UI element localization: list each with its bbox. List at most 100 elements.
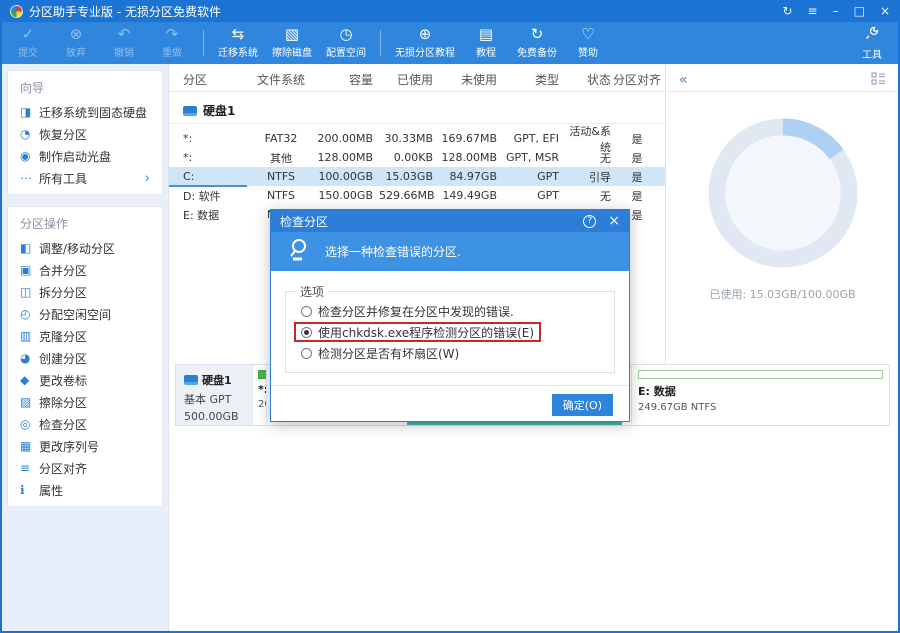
partition-row-efi[interactable]: *: FAT32 200.00MB 30.33MB 169.67MB GPT, …: [169, 129, 665, 148]
disk-size: 500.00GB: [184, 410, 246, 423]
toolbar-group-help: ⊕ 无损分区教程 ▤ 教程 ↻ 免费备份 ♡ 赞助: [388, 22, 612, 64]
sidebar-item-icon: ▦: [20, 439, 39, 453]
wrench-icon: [864, 25, 880, 45]
sidebar-item-icon: ≡: [20, 461, 39, 475]
sidebar-item-icon: ▥: [20, 329, 39, 343]
radio-button[interactable]: [301, 306, 312, 317]
menu-icon[interactable]: ≡: [808, 4, 818, 18]
disk-group-row[interactable]: 硬盘1: [169, 98, 665, 124]
toolbar-icon: ◷: [339, 26, 352, 43]
toolbar-icon: ✓: [22, 26, 35, 43]
wipe-disk-button[interactable]: ▧ 擦除磁盘: [265, 22, 319, 64]
configure-space-button[interactable]: ◷ 配置空间: [319, 22, 373, 64]
sidebar-item-all-tools[interactable]: ⋯ 所有工具 ›: [8, 167, 162, 189]
sidebar-item-allocate-free-space[interactable]: ◴ 分配空闲空间: [8, 303, 162, 325]
toolbar-icon: ⊗: [70, 26, 83, 43]
disk-info-block[interactable]: 硬盘1 基本 GPT 500.00GB: [176, 365, 252, 425]
migrate-system-button[interactable]: ⇆ 迁移系统: [211, 22, 265, 64]
option-check-and-fix[interactable]: 检查分区并修复在分区中发现的错误.: [294, 301, 521, 321]
toolbar-icon: ↶: [118, 26, 131, 43]
partition-usage-bar: [638, 370, 883, 379]
column-header-unused[interactable]: 未使用: [437, 71, 503, 88]
collapse-panel-button[interactable]: «: [679, 72, 688, 88]
partition-row-d[interactable]: D: 软件 NTFS 150.00GB 529.66MB 149.49GB GP…: [169, 186, 665, 205]
dialog-body: 选项 检查分区并修复在分区中发现的错误. 使用chkdsk.exe程序检测分区的…: [271, 271, 629, 373]
sidebar-item-icon: ◔: [20, 127, 39, 141]
sidebar-item-icon: ◴: [20, 307, 39, 321]
sidebar-item-icon: ◧: [20, 241, 39, 255]
column-header-used[interactable]: 已使用: [379, 71, 437, 88]
column-header-type[interactable]: 类型: [503, 71, 561, 88]
minimize-button[interactable]: –: [833, 4, 839, 18]
app-logo-icon: [10, 5, 23, 18]
window-title: 分区助手专业版 - 无损分区免费软件: [29, 3, 221, 20]
radio-label: 检查分区并修复在分区中发现的错误.: [318, 303, 514, 320]
sidebar-item-change-serial-number[interactable]: ▦ 更改序列号: [8, 435, 162, 457]
tutorial-button[interactable]: ▤ 教程: [462, 22, 510, 64]
sidebar-item-partition-alignment[interactable]: ≡ 分区对齐: [8, 457, 162, 479]
chevron-right-icon: ›: [145, 171, 150, 186]
dialog-close-button[interactable]: ×: [608, 213, 620, 229]
sidebar-item-make-bootable-media[interactable]: ◉ 制作启动光盘: [8, 145, 162, 167]
toolbar-icon: ▤: [479, 26, 493, 43]
dialog-footer: 确定(O): [271, 385, 629, 421]
sidebar-section-wizard: 向导 ◨ 迁移系统到固态硬盘 ◔ 恢复分区: [7, 70, 163, 195]
help-icon[interactable]: ?: [583, 215, 596, 228]
sidebar: 向导 ◨ 迁移系统到固态硬盘 ◔ 恢复分区: [2, 64, 168, 631]
column-header-filesystem[interactable]: 文件系统: [249, 71, 313, 88]
lossless-partition-tutorial-button[interactable]: ⊕ 无损分区教程: [388, 22, 462, 64]
sidebar-item-clone-partition[interactable]: ▥ 克隆分区: [8, 325, 162, 347]
sidebar-item-check-partition[interactable]: ◎ 检查分区: [8, 413, 162, 435]
sidebar-item-icon: ▣: [20, 263, 39, 277]
check-partition-dialog: 检查分区 ? × 选择一种检查错误的分区. 选项: [270, 209, 630, 422]
discard-button[interactable]: ⊗ 放弃: [52, 22, 100, 64]
partition-block-efi[interactable]: *: 200.00MB: [252, 365, 266, 425]
sync-icon[interactable]: ↻: [782, 4, 792, 18]
sidebar-item-change-label[interactable]: ◆ 更改卷标: [8, 369, 162, 391]
maximize-button[interactable]: □: [854, 4, 865, 18]
sidebar-item-icon: ◫: [20, 285, 39, 299]
magnifier-icon: [287, 238, 313, 265]
sidebar-item-migrate-os-to-ssd[interactable]: ◨ 迁移系统到固态硬盘: [8, 101, 162, 123]
ok-button[interactable]: 确定(O): [552, 394, 613, 416]
sponsor-button[interactable]: ♡ 赞助: [564, 22, 612, 64]
radio-label: 使用chkdsk.exe程序检测分区的错误(E): [318, 324, 534, 341]
column-header-status[interactable]: 状态: [561, 71, 613, 88]
toolbar-group-pending: ✓ 提交 ⊗ 放弃 ↶ 撤销 ↷ 重做: [4, 22, 196, 64]
toolbar: ✓ 提交 ⊗ 放弃 ↶ 撤销 ↷ 重做: [2, 22, 898, 64]
toolbar-separator: [203, 30, 204, 56]
column-header-partition[interactable]: 分区: [169, 71, 249, 88]
column-header-alignment[interactable]: 分区对齐: [613, 71, 661, 88]
disk-type: 基本 GPT: [184, 391, 246, 407]
sidebar-item-wipe-partition[interactable]: ▨ 擦除分区: [8, 391, 162, 413]
usage-caption: 已使用: 15.03GB/100.00GB: [667, 286, 898, 302]
sidebar-item-recover-partition[interactable]: ◔ 恢复分区: [8, 123, 162, 145]
redo-button[interactable]: ↷ 重做: [148, 22, 196, 64]
option-bad-sectors[interactable]: 检测分区是否有坏扇区(W): [294, 343, 466, 363]
sidebar-item-merge-partitions[interactable]: ▣ 合并分区: [8, 259, 162, 281]
commit-button[interactable]: ✓ 提交: [4, 22, 52, 64]
sidebar-item-icon: ◕: [20, 351, 39, 365]
layout-grid-icon[interactable]: [871, 70, 886, 89]
tools-button[interactable]: 工具: [848, 22, 896, 64]
sidebar-item-resize-move-partition[interactable]: ◧ 调整/移动分区: [8, 237, 162, 259]
sidebar-item-properties[interactable]: ℹ 属性: [8, 479, 162, 501]
partition-block-e[interactable]: E: 数据 249.67GB NTFS: [631, 365, 889, 425]
hard-disk-icon: [183, 106, 197, 116]
radio-button[interactable]: [301, 348, 312, 359]
dialog-titlebar: 检查分区 ? ×: [271, 210, 629, 232]
close-button[interactable]: ×: [880, 4, 890, 18]
dialog-header: 选择一种检查错误的分区.: [271, 232, 629, 271]
radio-button[interactable]: [301, 327, 312, 338]
column-header-capacity[interactable]: 容量: [313, 71, 379, 88]
free-backup-button[interactable]: ↻ 免费备份: [510, 22, 564, 64]
undo-button[interactable]: ↶ 撤销: [100, 22, 148, 64]
sidebar-item-create-partition[interactable]: ◕ 创建分区: [8, 347, 162, 369]
toolbar-icon: ♡: [581, 26, 594, 43]
option-chkdsk[interactable]: 使用chkdsk.exe程序检测分区的错误(E): [294, 322, 541, 342]
titlebar: 分区助手专业版 - 无损分区免费软件 ↻ ≡ – □ ×: [2, 0, 898, 22]
partition-row-c[interactable]: C: NTFS 100.00GB 15.03GB 84.97GB GPT 引导 …: [169, 167, 665, 186]
radio-label: 检测分区是否有坏扇区(W): [318, 345, 459, 362]
sidebar-item-split-partition[interactable]: ◫ 拆分分区: [8, 281, 162, 303]
partition-row-msr[interactable]: *: 其他 128.00MB 0.00KB 128.00MB GPT, MSR …: [169, 148, 665, 167]
